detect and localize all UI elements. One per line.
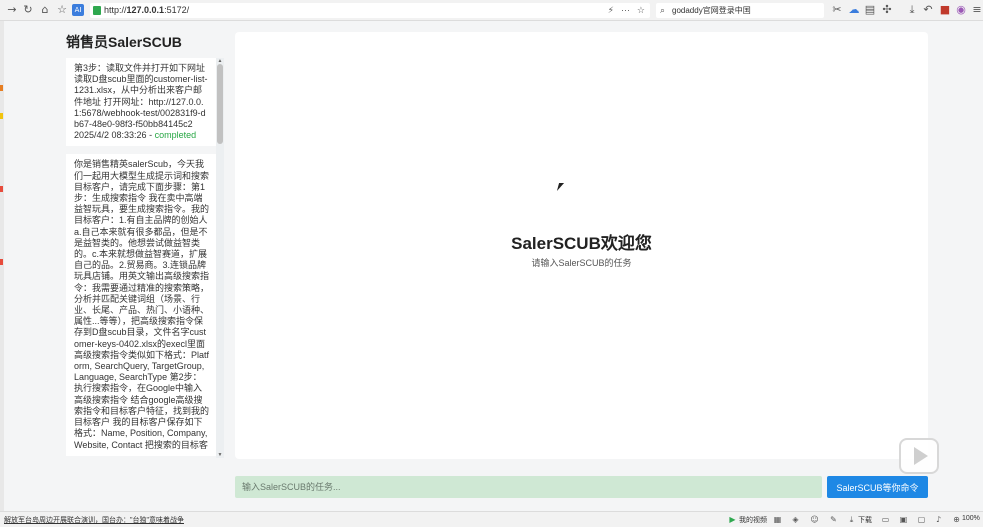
download-icon[interactable]: ⤓ bbox=[906, 4, 918, 16]
download-status-icon[interactable]: ⤓ bbox=[847, 515, 856, 524]
volume-icon[interactable]: ♪ bbox=[934, 515, 943, 524]
play-triangle bbox=[914, 447, 928, 465]
browser-toolbar: → ↻ ⌂ ☆ AI http://127.0.0.1:5172/ ⚡ ··· … bbox=[0, 0, 983, 21]
search-icon: ⌕ bbox=[660, 5, 666, 15]
download-label[interactable]: 下载 bbox=[858, 515, 872, 525]
more-icon[interactable]: ··· bbox=[621, 3, 630, 18]
calendar-icon[interactable]: ▦ bbox=[773, 515, 782, 524]
history-item[interactable]: 第3步：读取文件并打开如下网址 读取D盘scub里面的customer-list… bbox=[66, 58, 216, 147]
app-container: 销售员SalerSCUB 第3步：读取文件并打开如下网址 读取D盘scub里面的… bbox=[4, 21, 983, 511]
history-item-text: 第3步：读取文件并打开如下网址 读取D盘scub里面的customer-list… bbox=[74, 63, 208, 130]
address-bar[interactable]: http://127.0.0.1:5172/ ⚡ ··· ☆ bbox=[90, 3, 650, 18]
shield-status-icon[interactable]: ◈ bbox=[791, 515, 800, 524]
menu-icon[interactable]: ≡ bbox=[971, 4, 983, 16]
submit-button[interactable]: SalerSCUB等你命令 bbox=[827, 476, 928, 498]
video-icon[interactable]: ▶ bbox=[728, 515, 737, 524]
undo-icon[interactable]: ↶ bbox=[922, 4, 934, 16]
edge-marker bbox=[0, 186, 3, 192]
my-video-label[interactable]: 我的视频 bbox=[739, 515, 767, 525]
url-prefix: http:// bbox=[104, 5, 127, 15]
search-text: godaddy官网登录中国 bbox=[672, 6, 751, 15]
history-item[interactable]: 你是销售精英salerScub，今天我们一起用大模型生成提示词和搜索目标客户，请… bbox=[66, 154, 216, 456]
url-host: 127.0.0.1 bbox=[126, 5, 165, 15]
wallet-icon[interactable]: ■ bbox=[939, 4, 951, 16]
main-panel: SalerSCUB欢迎您 请输入SalerSCUB的任务 bbox=[235, 32, 928, 459]
history-item-timestamp: 2025/4/2 08:33:26 bbox=[74, 130, 147, 141]
history-item-text: 你是销售精英salerScub，今天我们一起用大模型生成提示词和搜索目标客户，请… bbox=[74, 159, 210, 450]
history-item-meta: 2025/4/2 08:33:26 - completed bbox=[74, 130, 210, 141]
reload-icon[interactable]: ↻ bbox=[22, 4, 34, 16]
edge-marker bbox=[0, 259, 3, 265]
history-item-separator: - bbox=[146, 130, 155, 141]
task-input[interactable] bbox=[235, 476, 822, 498]
pip-icon[interactable]: ▣ bbox=[899, 515, 908, 524]
window-icon[interactable]: ▢ bbox=[917, 515, 926, 524]
history-list[interactable]: 第3步：读取文件并打开如下网址 读取D盘scub里面的customer-list… bbox=[66, 58, 226, 458]
bolt-icon[interactable]: ⚡ bbox=[608, 3, 614, 18]
scissors-icon[interactable]: ✂ bbox=[831, 4, 843, 16]
scroll-down-icon[interactable]: ▼ bbox=[216, 452, 224, 458]
puzzle-icon[interactable]: ✣ bbox=[881, 4, 893, 16]
star-icon[interactable]: ☆ bbox=[56, 4, 68, 16]
home-icon[interactable]: ⌂ bbox=[39, 4, 51, 16]
back-icon[interactable]: → bbox=[6, 4, 18, 16]
welcome-subtitle: 请输入SalerSCUB的任务 bbox=[531, 258, 632, 268]
play-video-icon[interactable] bbox=[895, 432, 945, 476]
face-icon[interactable]: ☺ bbox=[810, 515, 819, 524]
sidebar-title: 销售员SalerSCUB bbox=[66, 34, 182, 50]
search-box[interactable]: ⌕ godaddy官网登录中国 bbox=[656, 3, 824, 18]
mouse-cursor-icon bbox=[556, 183, 565, 191]
welcome-title: SalerSCUB欢迎您 bbox=[511, 234, 652, 253]
star-outline-icon[interactable]: ☆ bbox=[637, 3, 645, 18]
zoom-icon[interactable]: ⊕ bbox=[952, 515, 961, 524]
history-scrollbar[interactable]: ▲ ▼ bbox=[216, 58, 224, 458]
cloud-icon[interactable]: ☁ bbox=[848, 4, 860, 16]
news-ticker-link[interactable]: 解放军台岛周边开展联合演训，国台办："台独"意味着战争 bbox=[4, 515, 184, 525]
screen-icon[interactable]: ▭ bbox=[881, 515, 890, 524]
tool-icon[interactable]: ✎ bbox=[829, 515, 838, 524]
scroll-thumb[interactable] bbox=[217, 64, 223, 144]
browser-statusbar: 解放军台岛周边开展联合演训，国台办："台独"意味着战争 ▶ 我的视频 ▦ ◈ ☺… bbox=[0, 511, 983, 527]
status-badge: completed bbox=[154, 130, 197, 141]
edge-marker bbox=[0, 85, 3, 91]
edge-marker bbox=[0, 113, 3, 119]
shield-icon bbox=[93, 6, 101, 15]
zoom-level[interactable]: 100% bbox=[962, 515, 980, 522]
translate-icon[interactable]: AI bbox=[72, 4, 84, 16]
reader-icon[interactable]: ▤ bbox=[864, 4, 876, 16]
color-icon[interactable]: ◉ bbox=[955, 4, 967, 16]
url-rest: :5172/ bbox=[164, 5, 190, 15]
